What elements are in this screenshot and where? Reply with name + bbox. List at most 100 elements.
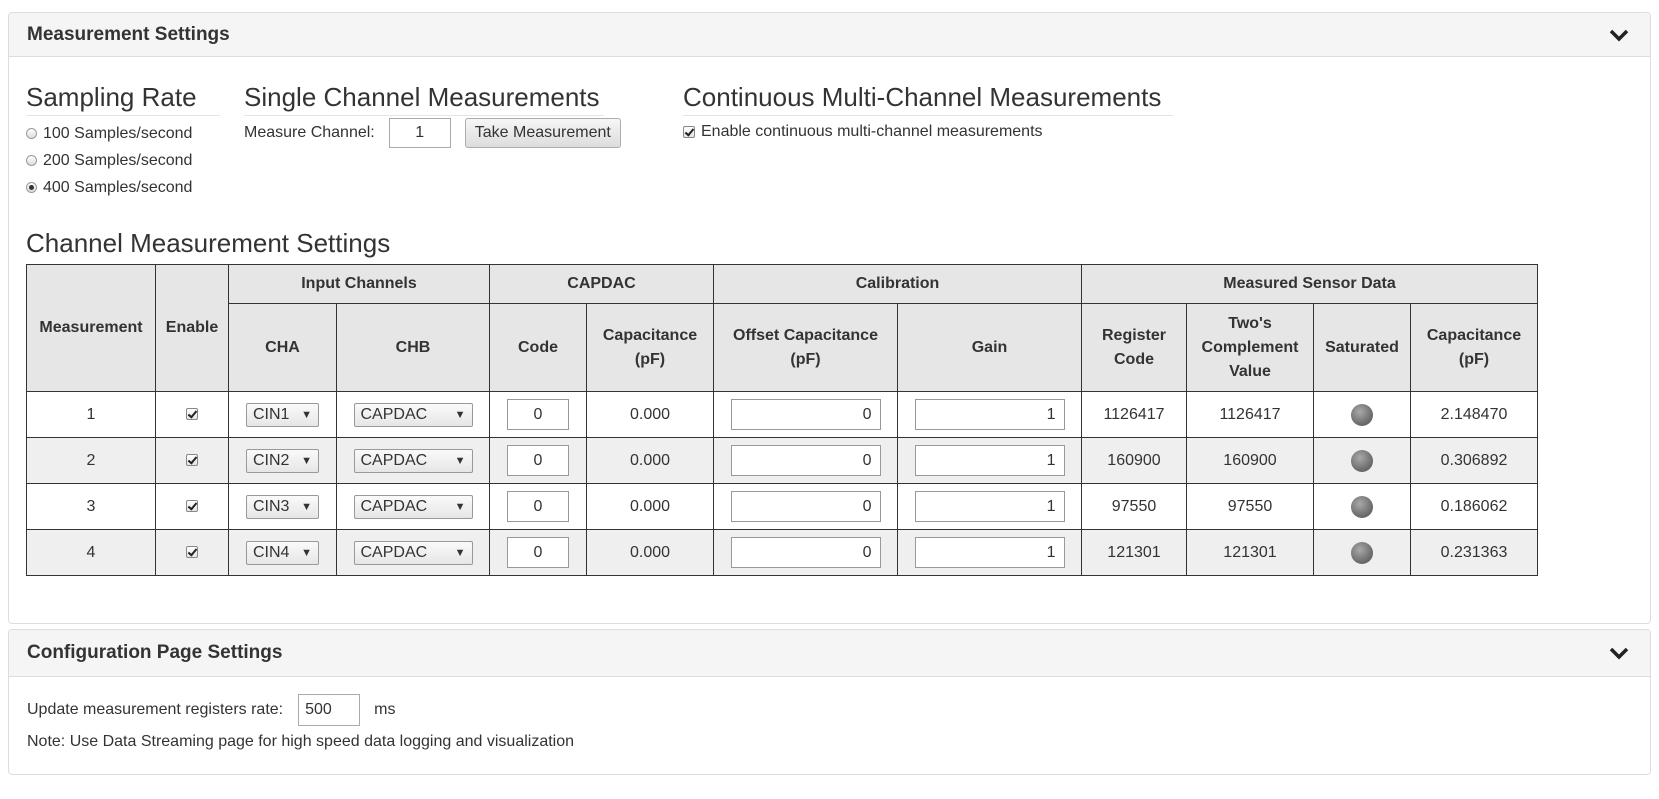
measure-channel-label: Measure Channel: [244, 124, 375, 141]
offset-capacitance-input[interactable]: 0 [730, 537, 881, 568]
data-streaming-note: Note: Use Data Streaming page for high s… [27, 733, 575, 750]
radio-label: 100 Samples/second [43, 124, 193, 142]
measurement-settings-header[interactable]: Measurement Settings [9, 13, 1650, 57]
continuous-checkbox[interactable] [683, 126, 695, 138]
radio-button[interactable] [26, 155, 37, 166]
gain-input[interactable]: 1 [914, 399, 1065, 430]
triangle-down-icon: ▼ [301, 500, 312, 513]
update-rate-input[interactable] [298, 694, 361, 726]
header-gain: Gain [897, 303, 1082, 392]
enable-checkbox[interactable] [186, 408, 198, 421]
channel-settings-table: Measurement Enable Input Channels CAPDAC… [26, 264, 1538, 576]
channel-settings-heading: Channel Measurement Settings [26, 228, 391, 258]
gain-input[interactable]: 1 [914, 537, 1065, 568]
configuration-settings-header[interactable]: Configuration Page Settings [9, 630, 1650, 677]
led-indicator-icon [1351, 541, 1373, 564]
chevron-down-icon[interactable] [1606, 25, 1632, 45]
cha-select-value: CIN1 [253, 405, 290, 423]
sampling-rate-option-100[interactable]: 100 Samples/second [26, 124, 220, 143]
capdac-capacitance: 0.000 [586, 529, 714, 576]
twos-complement-value: 1126417 [1186, 391, 1314, 438]
capacitance-value: 0.186062 [1410, 483, 1538, 530]
radio-label: 400 Samples/second [43, 178, 193, 196]
measurement-settings-title: Measurement Settings [27, 23, 230, 45]
radio-button[interactable] [26, 128, 37, 139]
table-row: 4 CIN4 ▼ CAPDAC ▼ 0 0.000 0 1 121301 12130… [26, 529, 1538, 576]
table-row: 3 CIN3 ▼ CAPDAC ▼ 0 0.000 0 1 97550 97550 … [26, 483, 1538, 530]
measurement-number: 1 [26, 391, 156, 438]
header-calibration: Calibration [713, 264, 1082, 304]
chb-select[interactable]: CAPDAC ▼ [353, 402, 473, 427]
measure-channel-input[interactable] [388, 118, 451, 148]
cha-select[interactable]: CIN2 ▼ [246, 448, 319, 473]
update-rate-label: Update measurement registers rate: [27, 701, 284, 718]
capdac-code-input[interactable]: 0 [507, 491, 569, 522]
capacitance-value: 0.306892 [1410, 437, 1538, 484]
capdac-code-input[interactable]: 0 [507, 537, 569, 568]
enable-checkbox[interactable] [186, 546, 198, 559]
cha-select[interactable]: CIN1 ▼ [246, 402, 319, 427]
gain-input[interactable]: 1 [914, 445, 1065, 476]
cha-select-value: CIN2 [253, 451, 290, 469]
continuous-checkbox-label: Enable continuous multi-channel measurem… [701, 123, 1043, 140]
twos-complement-value: 160900 [1186, 437, 1314, 484]
capdac-code-input[interactable]: 0 [507, 445, 569, 476]
header-capacitance: Capacitance (pF) [1410, 303, 1538, 392]
capdac-capacitance: 0.000 [586, 437, 714, 484]
triangle-down-icon: ▼ [454, 408, 466, 421]
triangle-down-icon: ▼ [301, 454, 312, 467]
table-row: 2 CIN2 ▼ CAPDAC ▼ 0 0.000 0 1 160900 16090… [26, 437, 1538, 484]
register-code: 1126417 [1081, 391, 1187, 438]
single-channel-heading: Single Channel Measurements [244, 82, 604, 116]
twos-complement-value: 121301 [1186, 529, 1314, 576]
enable-checkbox[interactable] [186, 500, 198, 513]
sampling-rate-section: Sampling Rate 100 Samples/second 200 Sam… [26, 82, 220, 197]
radio-button[interactable] [26, 182, 37, 193]
measurement-number: 4 [26, 529, 156, 576]
take-measurement-button[interactable]: Take Measurement [464, 118, 621, 148]
capdac-code-input[interactable]: 0 [507, 399, 569, 430]
triangle-down-icon: ▼ [454, 454, 466, 467]
cha-select[interactable]: CIN4 ▼ [246, 540, 319, 565]
channel-settings-section: Channel Measurement Settings [26, 228, 390, 261]
sampling-rate-option-400[interactable]: 400 Samples/second [26, 178, 220, 197]
chb-select[interactable]: CAPDAC ▼ [353, 540, 473, 565]
chevron-down-icon[interactable] [1606, 643, 1632, 663]
sampling-rate-option-200[interactable]: 200 Samples/second [26, 151, 220, 170]
twos-complement-value: 97550 [1186, 483, 1314, 530]
led-indicator-icon [1351, 449, 1373, 472]
header-register-code: Register Code [1081, 303, 1187, 392]
offset-capacitance-input[interactable]: 0 [730, 399, 881, 430]
chb-select-value: CAPDAC [360, 497, 428, 515]
header-capdac: CAPDAC [489, 264, 714, 304]
header-measured: Measured Sensor Data [1081, 264, 1538, 304]
update-rate-unit: ms [374, 701, 396, 718]
continuous-heading: Continuous Multi-Channel Measurements [683, 82, 1173, 116]
triangle-down-icon: ▼ [454, 546, 466, 559]
offset-capacitance-input[interactable]: 0 [730, 445, 881, 476]
offset-capacitance-input[interactable]: 0 [730, 491, 881, 522]
header-cha: CHA [228, 303, 337, 392]
led-indicator-icon [1351, 495, 1373, 518]
chb-select[interactable]: CAPDAC ▼ [353, 494, 473, 519]
configuration-settings-title: Configuration Page Settings [27, 642, 283, 663]
header-offset: Offset Capacitance (pF) [713, 303, 898, 392]
cha-select-value: CIN4 [253, 543, 290, 561]
chb-select[interactable]: CAPDAC ▼ [353, 448, 473, 473]
radio-label: 200 Samples/second [43, 151, 193, 169]
capdac-capacitance: 0.000 [586, 391, 714, 438]
gain-input[interactable]: 1 [914, 491, 1065, 522]
header-saturated: Saturated [1313, 303, 1411, 392]
header-enable: Enable [155, 264, 229, 392]
measurement-number: 3 [26, 483, 156, 530]
triangle-down-icon: ▼ [454, 500, 466, 513]
header-chb: CHB [336, 303, 490, 392]
single-channel-section: Single Channel Measurements Measure Chan… [244, 82, 654, 148]
cha-select[interactable]: CIN3 ▼ [246, 494, 319, 519]
header-input-channels: Input Channels [228, 264, 490, 304]
header-code: Code [489, 303, 587, 392]
enable-checkbox[interactable] [186, 454, 198, 467]
chb-select-value: CAPDAC [360, 405, 428, 423]
register-code: 160900 [1081, 437, 1187, 484]
sampling-rate-heading: Sampling Rate [26, 82, 220, 116]
